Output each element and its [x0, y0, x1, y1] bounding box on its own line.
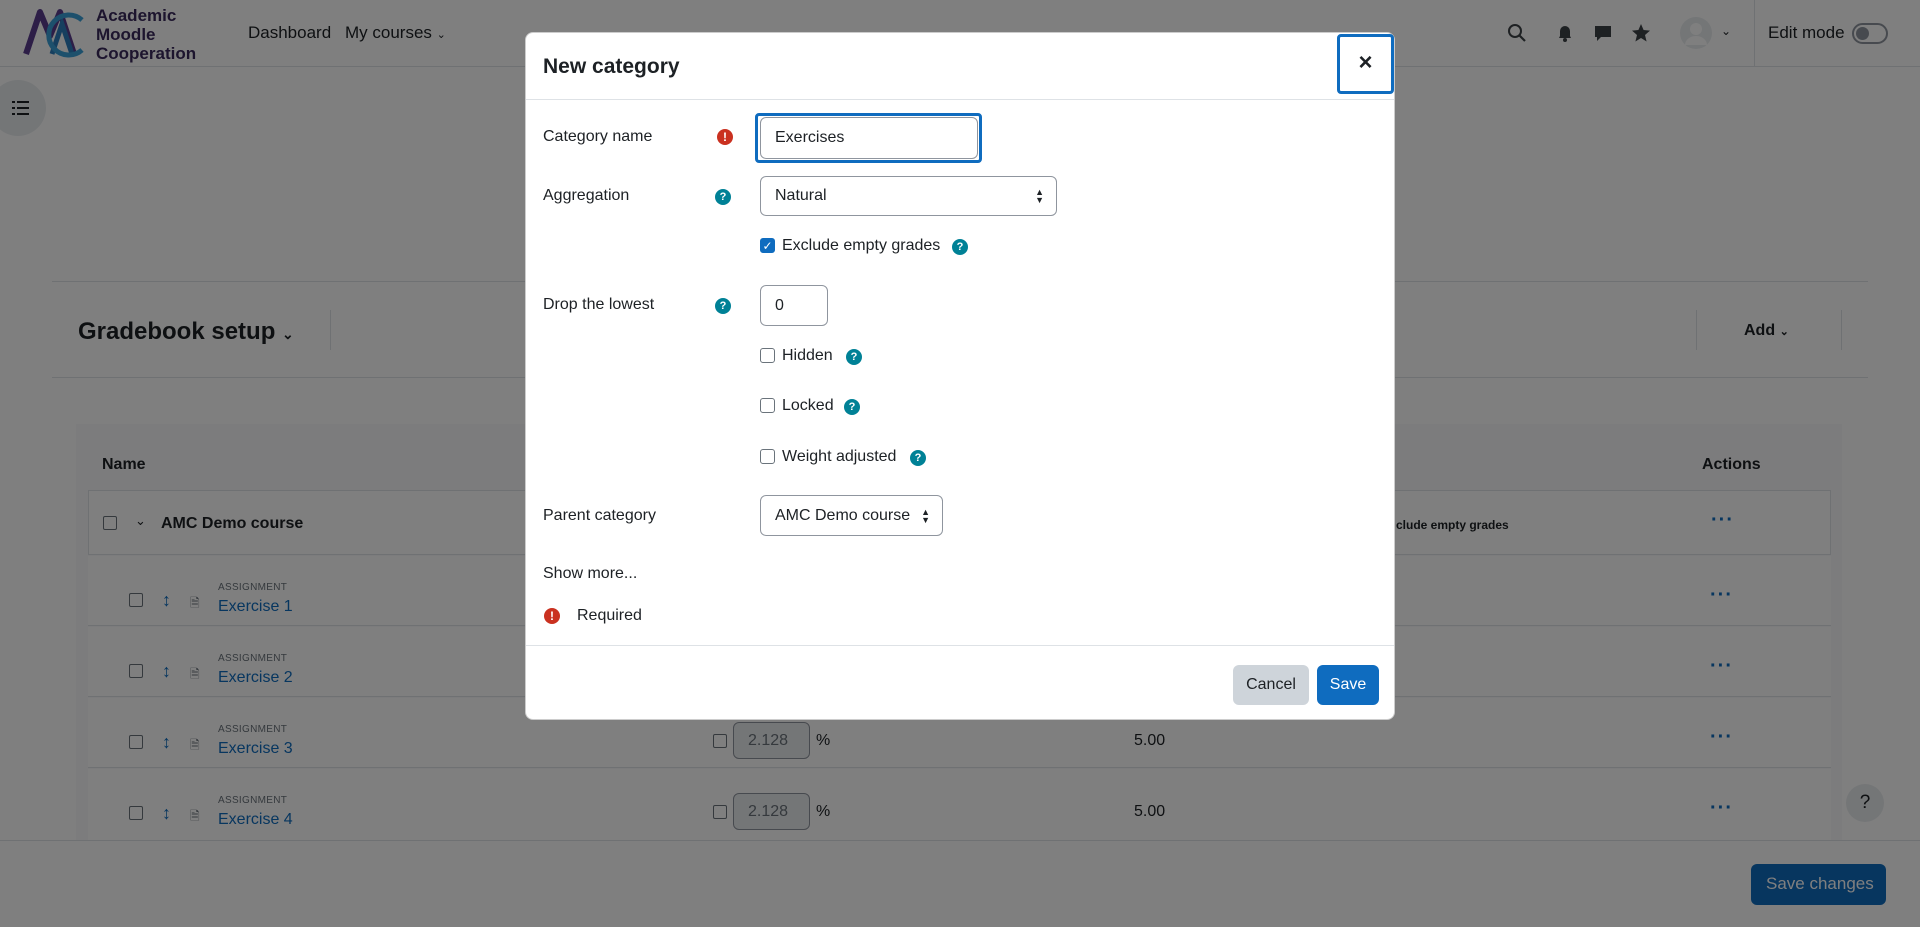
aggregation-select[interactable]: Natural ▲ ▼ — [760, 176, 1057, 216]
exclude-empty-grades-checkbox[interactable]: ✓ — [760, 238, 775, 253]
help-icon[interactable]: ? — [846, 349, 862, 365]
help-icon[interactable]: ? — [715, 298, 731, 314]
select-arrows-icon: ▲ ▼ — [921, 506, 930, 525]
weight-adjusted-label: Weight adjusted — [782, 448, 897, 465]
parent-category-value: AMC Demo course — [775, 507, 911, 524]
required-legend: Required — [577, 607, 642, 624]
hidden-label: Hidden — [782, 347, 833, 364]
required-icon: ! — [544, 608, 560, 624]
help-icon[interactable]: ? — [952, 239, 968, 255]
drop-lowest-input[interactable] — [760, 285, 828, 326]
close-icon[interactable]: × — [1337, 34, 1394, 94]
weight-adjusted-checkbox[interactable] — [760, 449, 775, 464]
modal-title: New category — [543, 55, 680, 78]
aggregation-value: Natural — [775, 187, 827, 204]
aggregation-label: Aggregation — [543, 187, 630, 204]
new-category-dialog: New category × Category name ! Aggregati… — [525, 32, 1395, 720]
drop-lowest-label: Drop the lowest — [543, 296, 655, 313]
hidden-checkbox[interactable] — [760, 348, 775, 363]
save-button[interactable]: Save — [1317, 665, 1379, 705]
modal-footer: Cancel Save — [526, 645, 1394, 719]
help-icon[interactable]: ? — [715, 189, 731, 205]
category-name-label: Category name — [543, 128, 653, 145]
parent-category-label: Parent category — [543, 507, 656, 524]
cancel-button[interactable]: Cancel — [1233, 665, 1309, 705]
help-icon[interactable]: ? — [910, 450, 926, 466]
help-icon[interactable]: ? — [844, 399, 860, 415]
show-more-link[interactable]: Show more... — [543, 565, 637, 583]
parent-category-select[interactable]: AMC Demo course ▲ ▼ — [760, 495, 943, 536]
locked-label: Locked — [782, 397, 834, 414]
required-icon: ! — [717, 129, 733, 145]
exclude-empty-grades-label: Exclude empty grades — [782, 237, 941, 254]
category-name-input[interactable] — [760, 117, 978, 159]
select-arrows-icon: ▲ ▼ — [1035, 187, 1044, 205]
modal-header: New category × — [526, 33, 1394, 100]
locked-checkbox[interactable] — [760, 398, 775, 413]
